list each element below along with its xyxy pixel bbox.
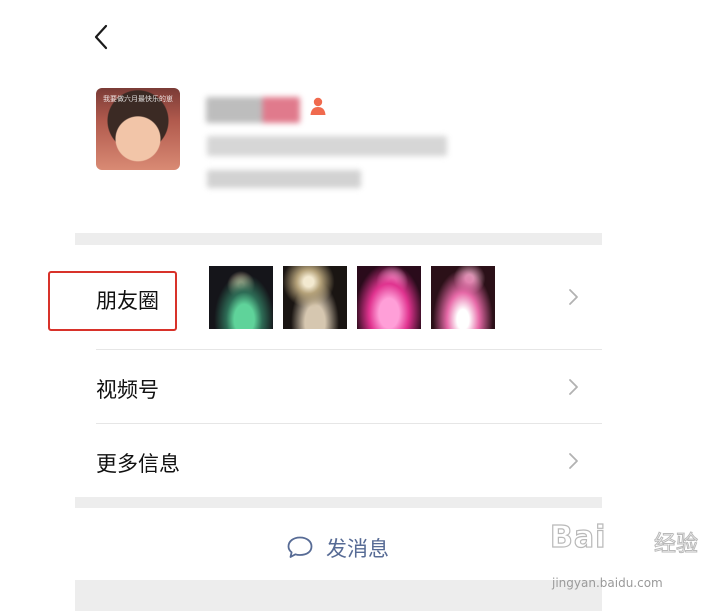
avatar-caption: 我要做六月最快乐的崽	[103, 95, 173, 103]
moments-thumbnail	[209, 266, 273, 329]
send-message-button[interactable]: 发消息	[286, 531, 426, 563]
channels-label: 视频号	[96, 378, 159, 402]
moments-thumbnail	[357, 266, 421, 329]
chevron-right-icon	[569, 289, 578, 305]
moments-thumbnail	[431, 266, 495, 329]
send-message-label: 发消息	[326, 537, 389, 561]
baidu-jingyan-watermark: Bai 经验 jingyan.baidu.com	[548, 519, 708, 596]
gender-icon	[308, 96, 328, 116]
region-redacted	[207, 170, 361, 188]
bottom-separator	[75, 580, 602, 611]
moments-thumbnail	[283, 266, 347, 329]
more-info-label: 更多信息	[96, 452, 180, 476]
avatar[interactable]: 我要做六月最快乐的崽	[96, 88, 180, 170]
chevron-right-icon	[569, 453, 578, 469]
highlight-annotation	[48, 271, 177, 331]
back-button[interactable]	[88, 20, 118, 54]
section-separator	[75, 233, 602, 245]
nickname-redacted	[206, 97, 300, 123]
watermark-brand: Bai	[549, 519, 607, 555]
back-icon	[94, 24, 108, 50]
section-separator	[75, 497, 602, 508]
chat-bubble-icon	[287, 536, 313, 558]
account-info-redacted	[207, 136, 447, 156]
watermark-url: jingyan.baidu.com	[552, 576, 663, 590]
chevron-right-icon	[569, 379, 578, 395]
watermark-brand-suffix: 经验	[653, 532, 699, 558]
